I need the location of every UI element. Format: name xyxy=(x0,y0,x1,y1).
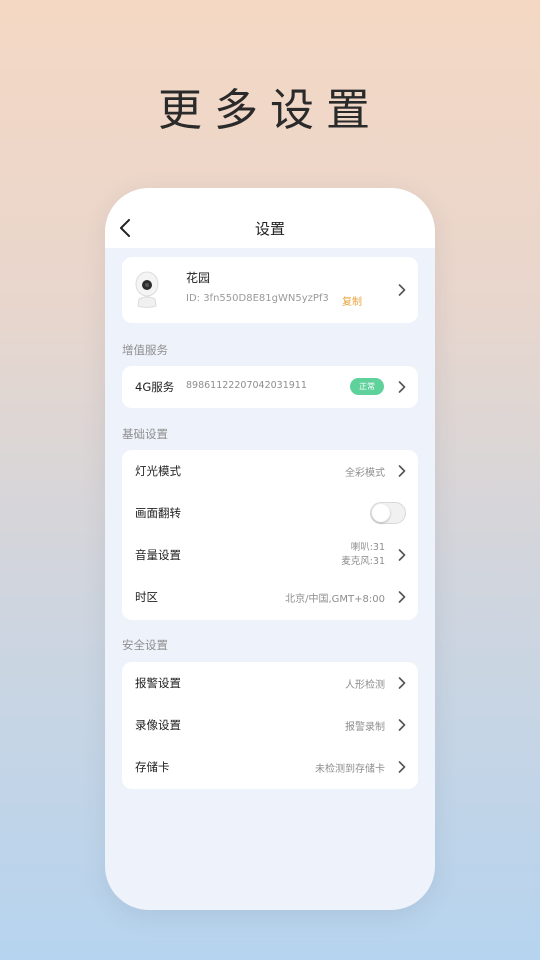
row-timezone[interactable]: 时区 北京/中国,GMT+8:00 xyxy=(122,576,418,618)
mic-volume: 麦克风:31 xyxy=(341,556,385,567)
row-label: 灯光模式 xyxy=(135,464,181,478)
section-label-basic: 基础设置 xyxy=(122,427,168,441)
chevron-right-icon xyxy=(398,761,406,773)
row-value: 报警录制 xyxy=(345,722,385,733)
row-image-flip: 画面翻转 xyxy=(122,492,418,534)
toggle-knob xyxy=(372,504,390,522)
chevron-right-icon xyxy=(398,549,406,561)
row-value: 未检测到存储卡 xyxy=(315,764,385,775)
hero-title: 更多设置 xyxy=(158,85,382,136)
security-settings-card: 报警设置 人形检测 录像设置 报警录制 存储卡 未检测到存储卡 xyxy=(122,662,418,789)
page-title: 设置 xyxy=(254,220,285,238)
device-id: ID: 3fn550D8E81gWN5yzPf3 xyxy=(186,293,329,304)
row-storage-card[interactable]: 存储卡 未检测到存储卡 xyxy=(122,746,418,788)
copy-id-link[interactable]: 复制 xyxy=(342,293,362,308)
chevron-right-icon xyxy=(398,284,406,296)
chevron-right-icon xyxy=(398,381,406,393)
row-volume[interactable]: 音量设置 喇叭:31 麦克风:31 xyxy=(122,534,418,576)
camera-icon xyxy=(135,271,159,308)
section-label-value-added: 增值服务 xyxy=(122,343,168,357)
speaker-volume: 喇叭:31 xyxy=(350,542,385,553)
row-label: 报警设置 xyxy=(135,676,181,690)
row-label: 存储卡 xyxy=(135,760,170,774)
device-card[interactable]: 花园 ID: 3fn550D8E81gWN5yzPf3 复制 xyxy=(122,257,418,323)
row-value: 人形检测 xyxy=(345,680,385,691)
row-value: 北京/中国,GMT+8:00 xyxy=(285,594,385,605)
row-light-mode[interactable]: 灯光模式 全彩模式 xyxy=(122,450,418,492)
row-alarm[interactable]: 报警设置 人形检测 xyxy=(122,662,418,704)
value-added-card: 4G服务 89861122207042031911 正常 xyxy=(122,366,418,408)
phone-screen: 设置 花园 ID: 3fn550D8E81gWN5yzPf3 复制 增值服务 4… xyxy=(105,188,435,910)
volume-values: 喇叭:31 麦克风:31 xyxy=(341,541,385,569)
chevron-right-icon xyxy=(398,465,406,477)
status-badge: 正常 xyxy=(350,378,384,395)
device-name: 花园 xyxy=(186,271,211,285)
row-label: 时区 xyxy=(135,590,158,604)
basic-settings-card: 灯光模式 全彩模式 画面翻转 音量设置 喇叭:31 麦克风:31 时区 北京/中… xyxy=(122,450,418,620)
row-recording[interactable]: 录像设置 报警录制 xyxy=(122,704,418,746)
chevron-right-icon xyxy=(398,591,406,603)
flip-toggle[interactable] xyxy=(370,502,406,524)
row-label: 音量设置 xyxy=(135,548,181,562)
row-label: 录像设置 xyxy=(135,718,181,732)
row-label: 画面翻转 xyxy=(135,506,181,520)
top-bar: 设置 xyxy=(105,188,435,248)
row-value: 全彩模式 xyxy=(345,468,385,479)
sim-number: 89861122207042031911 xyxy=(186,380,307,391)
row-label: 4G服务 xyxy=(135,380,175,394)
section-label-security: 安全设置 xyxy=(122,638,168,652)
chevron-right-icon xyxy=(398,677,406,689)
row-4g-service[interactable]: 4G服务 89861122207042031911 正常 xyxy=(122,366,418,408)
chevron-right-icon xyxy=(398,719,406,731)
